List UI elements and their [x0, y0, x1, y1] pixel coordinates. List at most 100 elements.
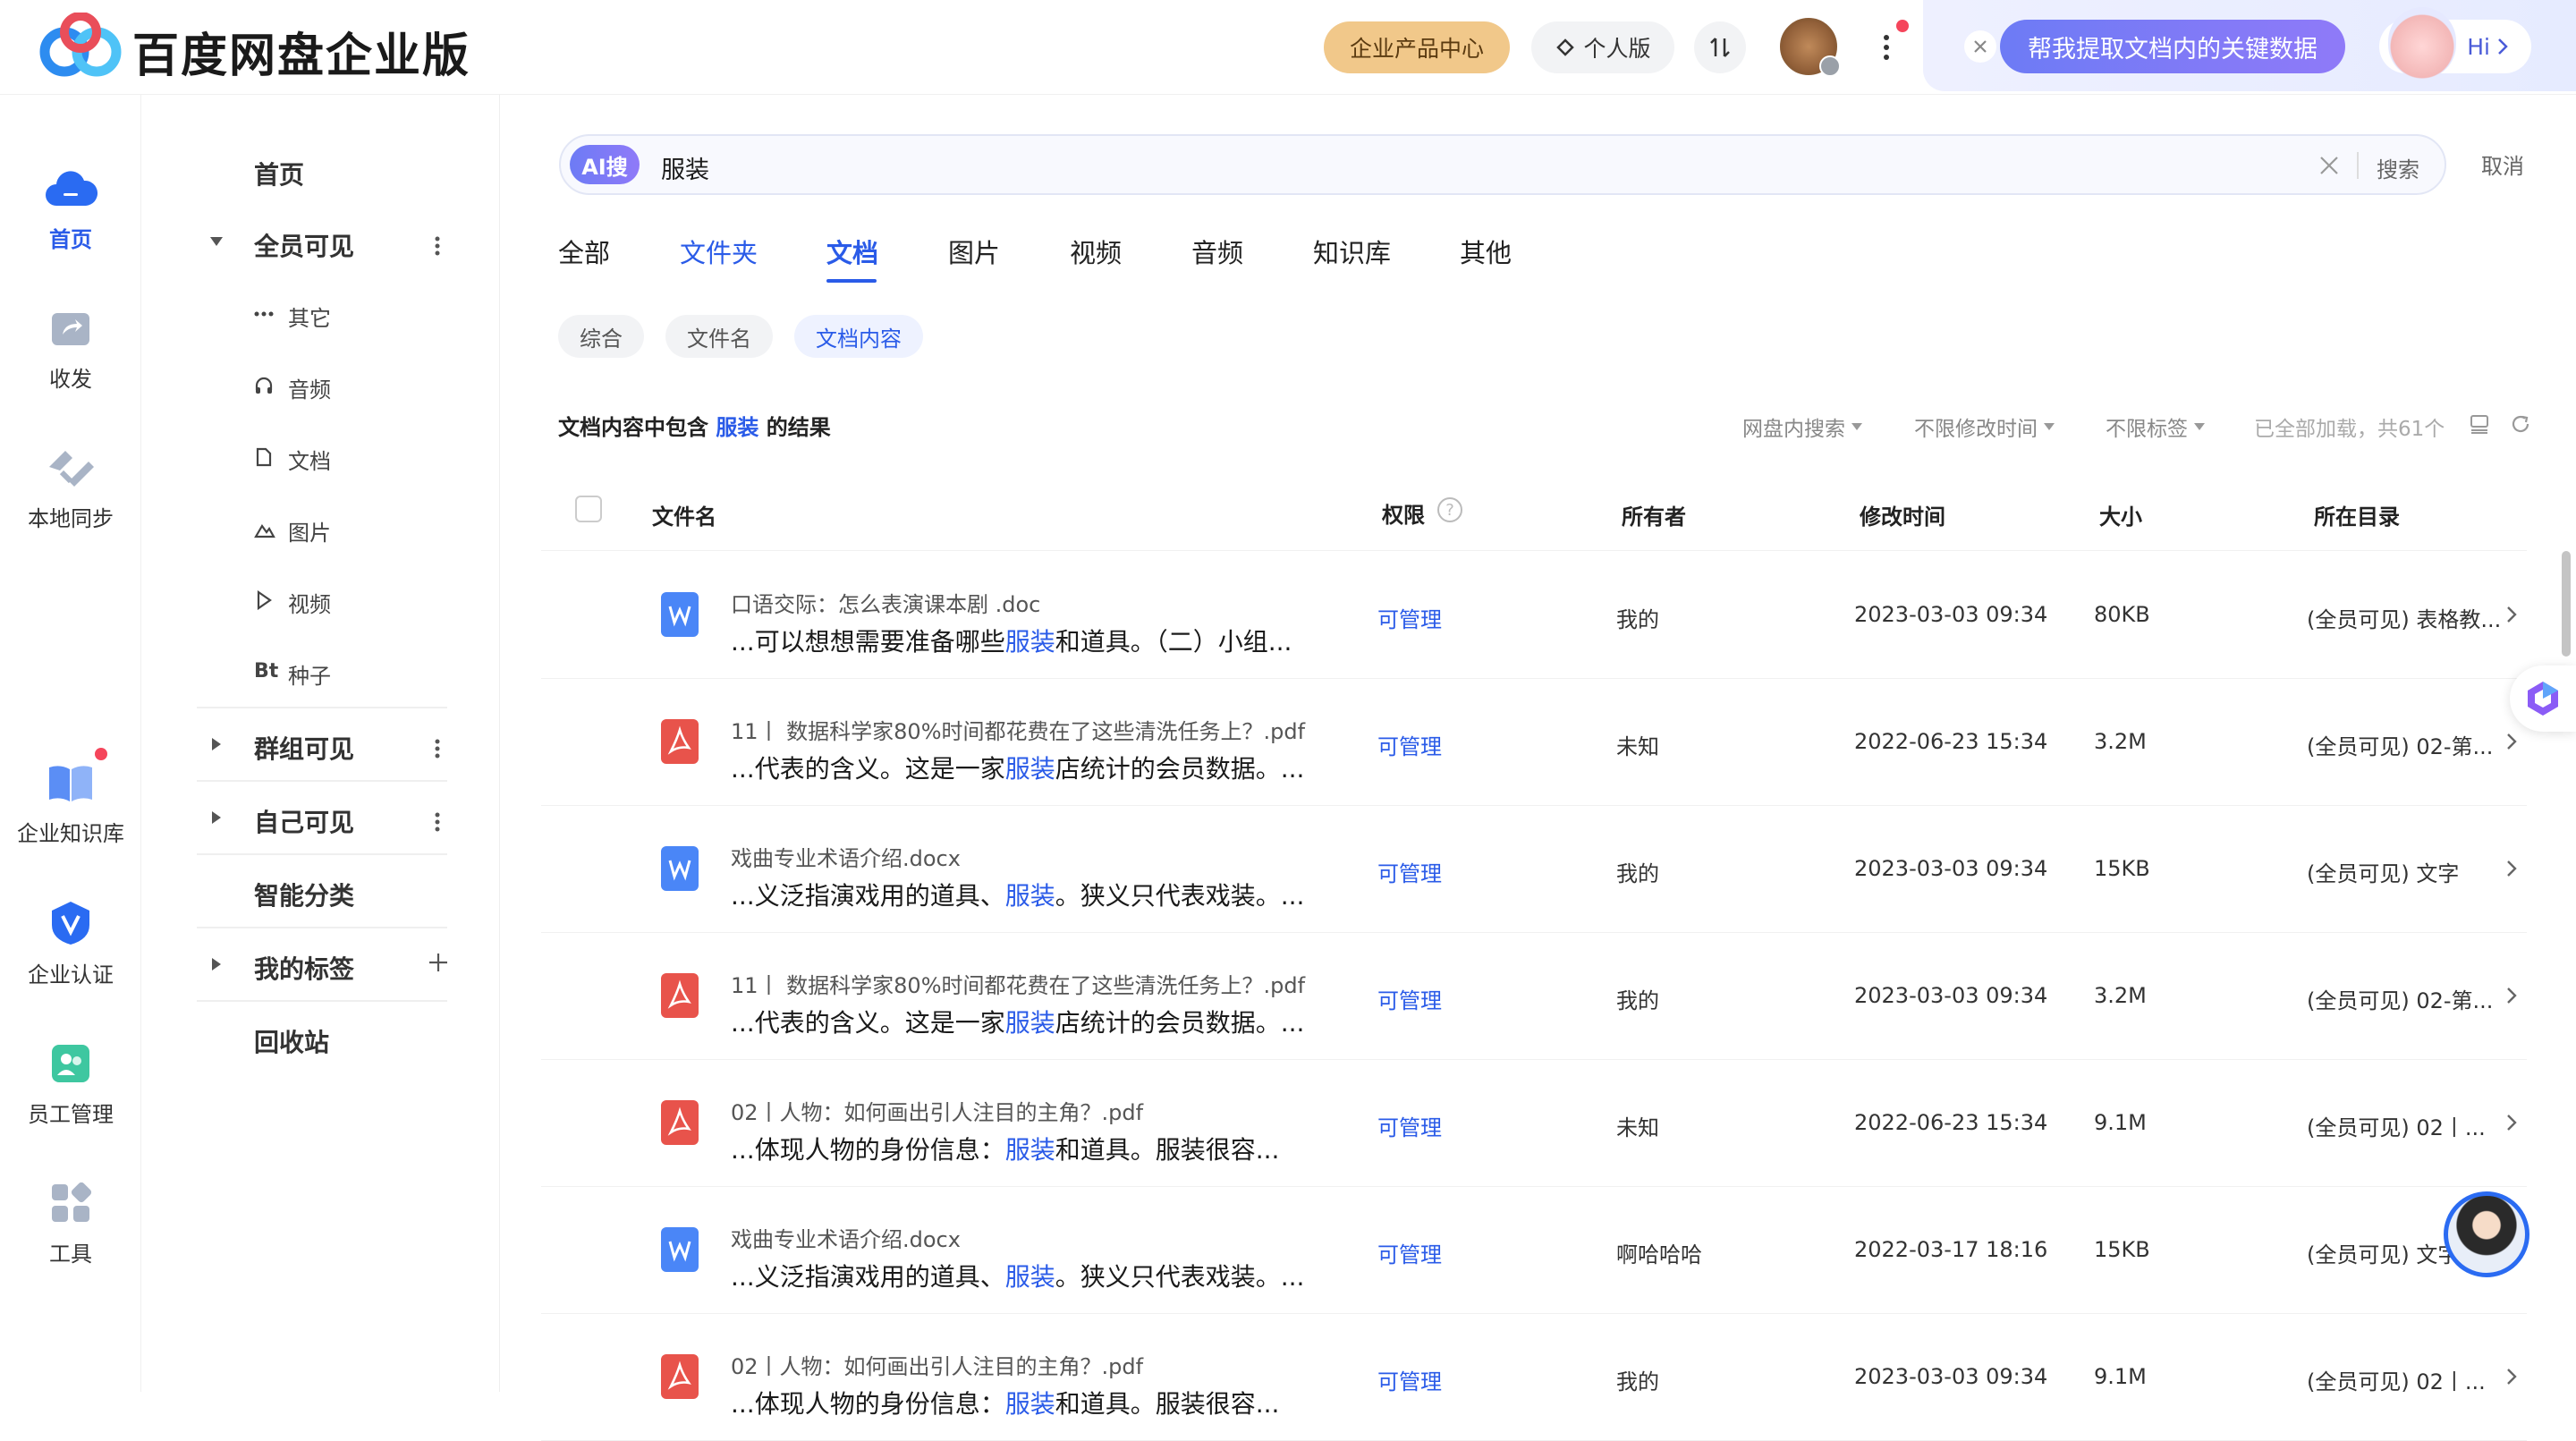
tab-image[interactable]: 图片	[948, 233, 1000, 270]
rail-item-tools[interactable]: 工具	[0, 1181, 141, 1267]
ai-mascot-icon[interactable]	[2388, 7, 2456, 79]
directory-link[interactable]: (全员可见) 文字	[2307, 856, 2459, 887]
search-button[interactable]: 搜索	[2377, 152, 2419, 183]
filter-scope[interactable]: 网盘内搜索	[1742, 411, 1863, 442]
nav-sub-video[interactable]: 视频	[288, 587, 331, 618]
rail-item-knowledge[interactable]: 企业知识库	[0, 760, 141, 847]
permission-link[interactable]: 可管理	[1377, 1237, 1442, 1268]
directory-link[interactable]: (全员可见) 02丨...	[2307, 1110, 2486, 1141]
directory-link[interactable]: (全员可见) 文字	[2307, 1237, 2459, 1268]
caret-right-icon[interactable]	[211, 957, 222, 971]
rail-item-staff[interactable]: 员工管理	[0, 1041, 141, 1128]
file-name[interactable]: 02丨人物：如何画出引人注目的主角？.pdf	[731, 1095, 1143, 1126]
file-name[interactable]: 11丨 数据科学家80%时间都花费在了这些清洗任务上？.pdf	[731, 714, 1305, 745]
nav-group-visible[interactable]: 群组可见	[254, 730, 354, 766]
chip-content[interactable]: 文档内容	[794, 315, 923, 358]
view-mode-icon[interactable]	[2469, 413, 2490, 435]
chip-comprehensive[interactable]: 综合	[558, 315, 644, 358]
add-icon[interactable]	[428, 952, 449, 973]
table-row[interactable]: 戏曲专业术语介绍.docx ...义泛指演戏用的道具、服装。狭义只代表戏装。...…	[541, 1186, 2527, 1314]
tab-knowledge[interactable]: 知识库	[1313, 233, 1391, 270]
nav-sub-image[interactable]: 图片	[288, 515, 331, 547]
permission-link[interactable]: 可管理	[1377, 602, 1442, 633]
nav-all-visible[interactable]: 全员可见	[254, 227, 354, 263]
nav-sub-torrent[interactable]: 种子	[288, 658, 331, 690]
search-input[interactable]: 服装	[661, 150, 709, 185]
nav-self-visible[interactable]: 自己可见	[254, 803, 354, 839]
table-row[interactable]: 戏曲专业术语介绍.docx ...义泛指演戏用的道具、服装。狭义只代表戏装。...…	[541, 805, 2527, 933]
permission-link[interactable]: 可管理	[1377, 1110, 1442, 1141]
directory-link[interactable]: (全员可见) 表格教...	[2307, 602, 2501, 633]
nav-sub-other[interactable]: 其它	[288, 301, 331, 332]
file-name[interactable]: 口语交际：怎么表演课本剧 .doc	[731, 587, 1040, 618]
refresh-icon[interactable]	[2510, 413, 2531, 435]
more-icon[interactable]	[435, 739, 440, 759]
file-name[interactable]: 戏曲专业术语介绍.docx	[731, 1222, 961, 1253]
side-assistant-button[interactable]	[2510, 665, 2576, 732]
filter-tag[interactable]: 不限标签	[2106, 411, 2206, 442]
nav-sub-audio[interactable]: 音频	[288, 372, 331, 403]
header-modified[interactable]: 修改时间	[1860, 499, 1945, 530]
caret-down-icon[interactable]	[209, 236, 224, 247]
chevron-right-icon[interactable]	[2505, 732, 2518, 751]
table-row[interactable]: 02丨人物：如何画出引人注目的主角？.pdf ...体现人物的身份信息：服装和道具…	[541, 1313, 2527, 1441]
header-size[interactable]: 大小	[2099, 499, 2142, 530]
tab-other[interactable]: 其他	[1460, 233, 1512, 270]
chevron-right-icon[interactable]	[2505, 1113, 2518, 1132]
permission-link[interactable]: 可管理	[1377, 729, 1442, 760]
ai-suggestion-button[interactable]: 帮我提取文档内的关键数据	[2000, 20, 2345, 73]
rail-item-sync[interactable]: 本地同步	[0, 445, 141, 532]
caret-right-icon[interactable]	[211, 737, 222, 751]
table-row[interactable]: 11丨 数据科学家80%时间都花费在了这些清洗任务上？.pdf ...代表的含义。…	[541, 932, 2527, 1060]
tab-document[interactable]: 文档	[826, 233, 878, 270]
nav-my-tags[interactable]: 我的标签	[254, 950, 354, 986]
table-row[interactable]: 02丨人物：如何画出引人注目的主角？.pdf ...体现人物的身份信息：服装和道具…	[541, 1059, 2527, 1187]
tab-all[interactable]: 全部	[558, 233, 610, 270]
header-directory[interactable]: 所在目录	[2314, 499, 2400, 530]
cancel-button[interactable]: 取消	[2481, 148, 2524, 180]
filter-time[interactable]: 不限修改时间	[1914, 411, 2055, 442]
product-center-button[interactable]: 企业产品中心	[1324, 21, 1510, 73]
close-icon[interactable]	[1964, 30, 1996, 63]
scrollbar-thumb[interactable]	[2562, 551, 2571, 657]
more-icon[interactable]	[435, 236, 440, 256]
chevron-right-icon[interactable]	[2505, 986, 2518, 1005]
chevron-right-icon[interactable]	[2505, 859, 2518, 878]
help-icon[interactable]: ?	[1437, 497, 1462, 522]
nav-smart-category[interactable]: 智能分类	[254, 877, 354, 912]
caret-right-icon[interactable]	[211, 810, 222, 825]
tab-video[interactable]: 视频	[1070, 233, 1122, 270]
nav-recycle-bin[interactable]: 回收站	[254, 1023, 329, 1059]
search-bar[interactable]: AI搜 服装 搜索	[559, 134, 2446, 195]
customer-service-avatar[interactable]	[2444, 1191, 2529, 1277]
directory-link[interactable]: (全员可见) 02-第...	[2307, 729, 2493, 760]
directory-link[interactable]: (全员可见) 02-第...	[2307, 983, 2493, 1014]
transfer-button[interactable]	[1694, 21, 1746, 73]
table-row[interactable]: 11丨 数据科学家80%时间都花费在了这些清洗任务上？.pdf ...代表的含义。…	[541, 678, 2527, 806]
clear-icon[interactable]	[2319, 156, 2339, 175]
file-name[interactable]: 11丨 数据科学家80%时间都花费在了这些清洗任务上？.pdf	[731, 968, 1305, 999]
rail-item-home[interactable]: 首页	[0, 166, 141, 253]
rail-item-share[interactable]: 收发	[0, 306, 141, 393]
table-row[interactable]: 口语交际：怎么表演课本剧 .doc ...可以想想需要准备哪些服装和道具。（二）小…	[541, 551, 2527, 679]
more-icon[interactable]	[435, 812, 440, 832]
header-permission[interactable]: 权限	[1382, 497, 1425, 529]
permission-link[interactable]: 可管理	[1377, 1364, 1442, 1395]
permission-link[interactable]: 可管理	[1377, 983, 1442, 1014]
chevron-right-icon[interactable]	[2505, 1367, 2518, 1386]
tab-folder[interactable]: 文件夹	[680, 233, 758, 270]
tab-audio[interactable]: 音频	[1191, 233, 1243, 270]
permission-link[interactable]: 可管理	[1377, 856, 1442, 887]
nav-home[interactable]: 首页	[254, 156, 304, 191]
baidu-netdisk-logo-icon[interactable]	[38, 13, 123, 77]
file-name[interactable]: 戏曲专业术语介绍.docx	[731, 841, 961, 872]
nav-sub-document[interactable]: 文档	[288, 444, 331, 475]
file-name[interactable]: 02丨人物：如何画出引人注目的主角？.pdf	[731, 1349, 1143, 1380]
select-all-checkbox[interactable]	[575, 496, 602, 522]
personal-edition-button[interactable]: 个人版	[1531, 21, 1674, 73]
chip-filename[interactable]: 文件名	[665, 315, 773, 358]
rail-item-verify[interactable]: 企业认证	[0, 900, 141, 988]
chevron-right-icon[interactable]	[2505, 605, 2518, 624]
header-filename[interactable]: 文件名	[652, 499, 716, 530]
directory-link[interactable]: (全员可见) 02丨...	[2307, 1364, 2486, 1395]
